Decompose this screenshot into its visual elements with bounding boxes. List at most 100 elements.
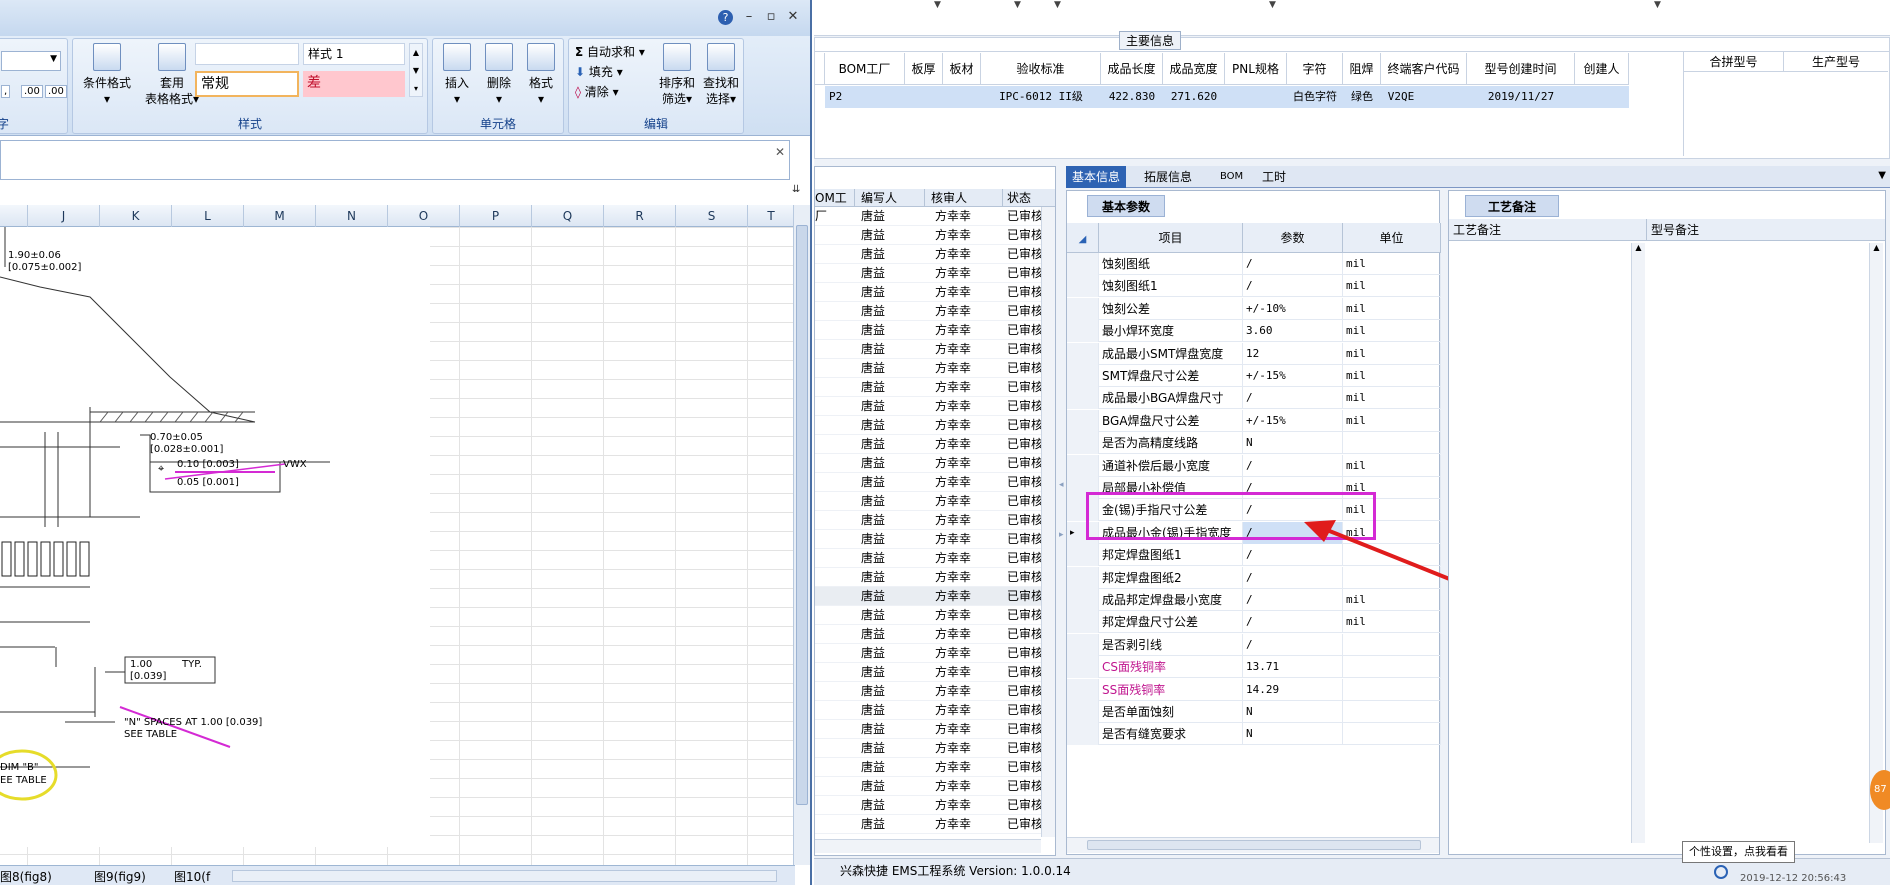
param-value[interactable]: / xyxy=(1243,633,1343,656)
craft-remarks-scrollbar[interactable]: ▲ xyxy=(1631,243,1645,843)
param-value[interactable]: / xyxy=(1243,611,1343,634)
style-normal[interactable]: 常规 xyxy=(195,71,299,97)
header-created-time[interactable]: 型号创建时间 xyxy=(1467,53,1575,85)
row-indicator[interactable] xyxy=(1067,589,1099,611)
sort-filter-button[interactable]: 排序和 筛选▾ xyxy=(655,43,699,107)
list-header-reviewer[interactable]: 核审人 xyxy=(925,189,1003,207)
param-row[interactable]: 成品最小BGA焊盘尺寸 / mil xyxy=(1067,387,1441,410)
param-row[interactable]: 是否有缝宽要求 N xyxy=(1067,723,1441,746)
column-header-J[interactable]: J xyxy=(28,205,100,227)
autosum-button[interactable]: Σ 自动求和 ▾ xyxy=(575,43,645,60)
param-unit[interactable] xyxy=(1343,432,1441,455)
list-item[interactable]: 唐益 方幸幸 已审核 xyxy=(815,264,1055,283)
increase-decimal-button[interactable]: .00 xyxy=(21,85,43,98)
header-board-material[interactable]: 板材 xyxy=(943,53,981,85)
header-solder-mask[interactable]: 阻焊 xyxy=(1343,53,1381,85)
param-row[interactable]: 蚀刻图纸 / mil xyxy=(1067,253,1441,275)
minimize-icon[interactable]: – xyxy=(740,8,758,26)
find-select-button[interactable]: 查找和 选择▾ xyxy=(699,43,743,107)
header-acceptance-standard[interactable]: 验收标准 xyxy=(981,53,1101,85)
param-value[interactable]: +/-10% xyxy=(1243,297,1343,320)
param-row[interactable]: BGA焊盘尺寸公差 +/-15% mil xyxy=(1067,409,1441,432)
row-indicator[interactable] xyxy=(1067,633,1099,656)
tray-power-icon[interactable] xyxy=(1714,865,1728,879)
style-1[interactable]: 样式 1 xyxy=(303,43,405,65)
list-item[interactable]: 唐益 方幸幸 已审核 xyxy=(815,606,1055,625)
param-value[interactable]: +/-15% xyxy=(1243,365,1343,387)
params-header-value[interactable]: 参数 xyxy=(1243,223,1343,253)
list-item[interactable]: 唐益 方幸幸 已审核 xyxy=(815,416,1055,435)
row-indicator[interactable] xyxy=(1067,656,1099,679)
param-row[interactable]: 是否剥引线 / xyxy=(1067,633,1441,656)
model-remarks-text[interactable] xyxy=(1649,243,1869,843)
param-value[interactable]: 14.29 xyxy=(1243,678,1343,701)
param-unit[interactable] xyxy=(1343,678,1441,701)
row-indicator[interactable] xyxy=(1067,544,1099,567)
header-merged-model[interactable]: 合拼型号 xyxy=(1684,52,1784,72)
param-unit[interactable]: mil xyxy=(1343,342,1441,365)
sheet-tab-fig9[interactable]: 图9(fig9) xyxy=(94,868,146,885)
param-value[interactable]: / xyxy=(1243,454,1343,477)
formula-close-icon[interactable]: ✕ xyxy=(775,145,785,159)
column-header-R[interactable]: R xyxy=(604,205,676,227)
param-value[interactable]: / xyxy=(1243,387,1343,410)
param-value[interactable]: N xyxy=(1243,723,1343,746)
list-item[interactable]: 唐益 方幸幸 已审核 xyxy=(815,625,1055,644)
header-board-thickness[interactable]: 板厚 xyxy=(905,53,943,85)
dropdown-arrow-icon[interactable]: ▼ xyxy=(934,0,941,10)
list-item[interactable]: 唐益 方幸幸 已审核 xyxy=(815,568,1055,587)
tab-extended-info[interactable]: 拓展信息 xyxy=(1138,166,1198,188)
tab-work-hours[interactable]: 工时 xyxy=(1256,166,1292,188)
list-item[interactable]: 唐益 方幸幸 已审核 xyxy=(815,245,1055,264)
list-vertical-scrollbar[interactable] xyxy=(1041,207,1055,837)
param-value[interactable]: N xyxy=(1243,432,1343,455)
list-item[interactable]: 唐益 方幸幸 已审核 xyxy=(815,663,1055,682)
param-row[interactable]: 是否单面蚀刻 N xyxy=(1067,701,1441,723)
expand-formula-icon[interactable]: ⇊ xyxy=(792,184,800,195)
list-item[interactable]: 唐益 方幸幸 已审核 xyxy=(815,549,1055,568)
param-row[interactable]: CS面残铜率 13.71 xyxy=(1067,656,1441,679)
row-indicator[interactable] xyxy=(1067,320,1099,343)
list-header-status[interactable]: 状态 xyxy=(1003,189,1055,207)
dropdown-arrow-icon[interactable]: ▼ xyxy=(1269,0,1276,10)
param-unit[interactable] xyxy=(1343,723,1441,746)
list-item[interactable]: 唐益 方幸幸 已审核 xyxy=(815,796,1055,815)
column-header-S[interactable]: S xyxy=(676,205,748,227)
param-row[interactable]: SS面残铜率 14.29 xyxy=(1067,678,1441,701)
clear-button[interactable]: ◊ 清除 ▾ xyxy=(575,83,619,100)
sheet-tab-fig10[interactable]: 图10(f xyxy=(174,868,210,885)
styles-scroll[interactable]: ▲ ▼ ▾ xyxy=(409,43,423,97)
param-value[interactable]: 12 xyxy=(1243,342,1343,365)
list-item[interactable]: 唐益 方幸幸 已审核 xyxy=(815,207,1055,226)
column-header-O[interactable]: O xyxy=(388,205,460,227)
comma-style-button[interactable]: , xyxy=(1,85,11,98)
param-unit[interactable] xyxy=(1343,656,1441,679)
column-header-K[interactable]: K xyxy=(100,205,172,227)
decrease-decimal-button[interactable]: .00 xyxy=(45,85,67,98)
param-unit[interactable]: mil xyxy=(1343,253,1441,275)
row-indicator[interactable] xyxy=(1067,454,1099,477)
list-item[interactable]: 唐益 方幸幸 已审核 xyxy=(815,302,1055,321)
splitter-left-icon[interactable]: ◂ xyxy=(1059,480,1064,490)
header-customer-code[interactable]: 终端客户代码 xyxy=(1381,53,1467,85)
close-icon[interactable]: ✕ xyxy=(784,8,802,26)
excel-vertical-scrollbar[interactable] xyxy=(793,205,810,865)
list-item[interactable]: 唐益 方幸幸 已审核 xyxy=(815,283,1055,302)
insert-button[interactable]: 插入 ▾ xyxy=(437,43,477,107)
dropdown-arrow-icon[interactable]: ▼ xyxy=(1654,0,1661,10)
craft-remarks-tab[interactable]: 工艺备注 xyxy=(1465,195,1560,217)
craft-remarks-header[interactable]: 工艺备注 xyxy=(1449,219,1647,241)
params-header-unit[interactable]: 单位 xyxy=(1343,223,1441,253)
column-header-stub[interactable] xyxy=(0,205,28,227)
row-indicator[interactable] xyxy=(1067,723,1099,746)
conditional-format-button[interactable]: 条件格式 ▾ xyxy=(77,43,137,107)
param-value[interactable]: N xyxy=(1243,701,1343,723)
excel-horizontal-scrollbar[interactable] xyxy=(232,870,777,882)
param-unit[interactable]: mil xyxy=(1343,320,1441,343)
row-indicator[interactable] xyxy=(1067,365,1099,387)
sheet-tab-fig8[interactable]: 图8(fig8) xyxy=(0,868,52,885)
param-row[interactable]: 蚀刻图纸1/mil xyxy=(1067,275,1441,298)
list-item[interactable]: 唐益 方幸幸 已审核 xyxy=(815,454,1055,473)
row-indicator[interactable] xyxy=(1067,409,1099,432)
row-indicator[interactable] xyxy=(1067,387,1099,410)
